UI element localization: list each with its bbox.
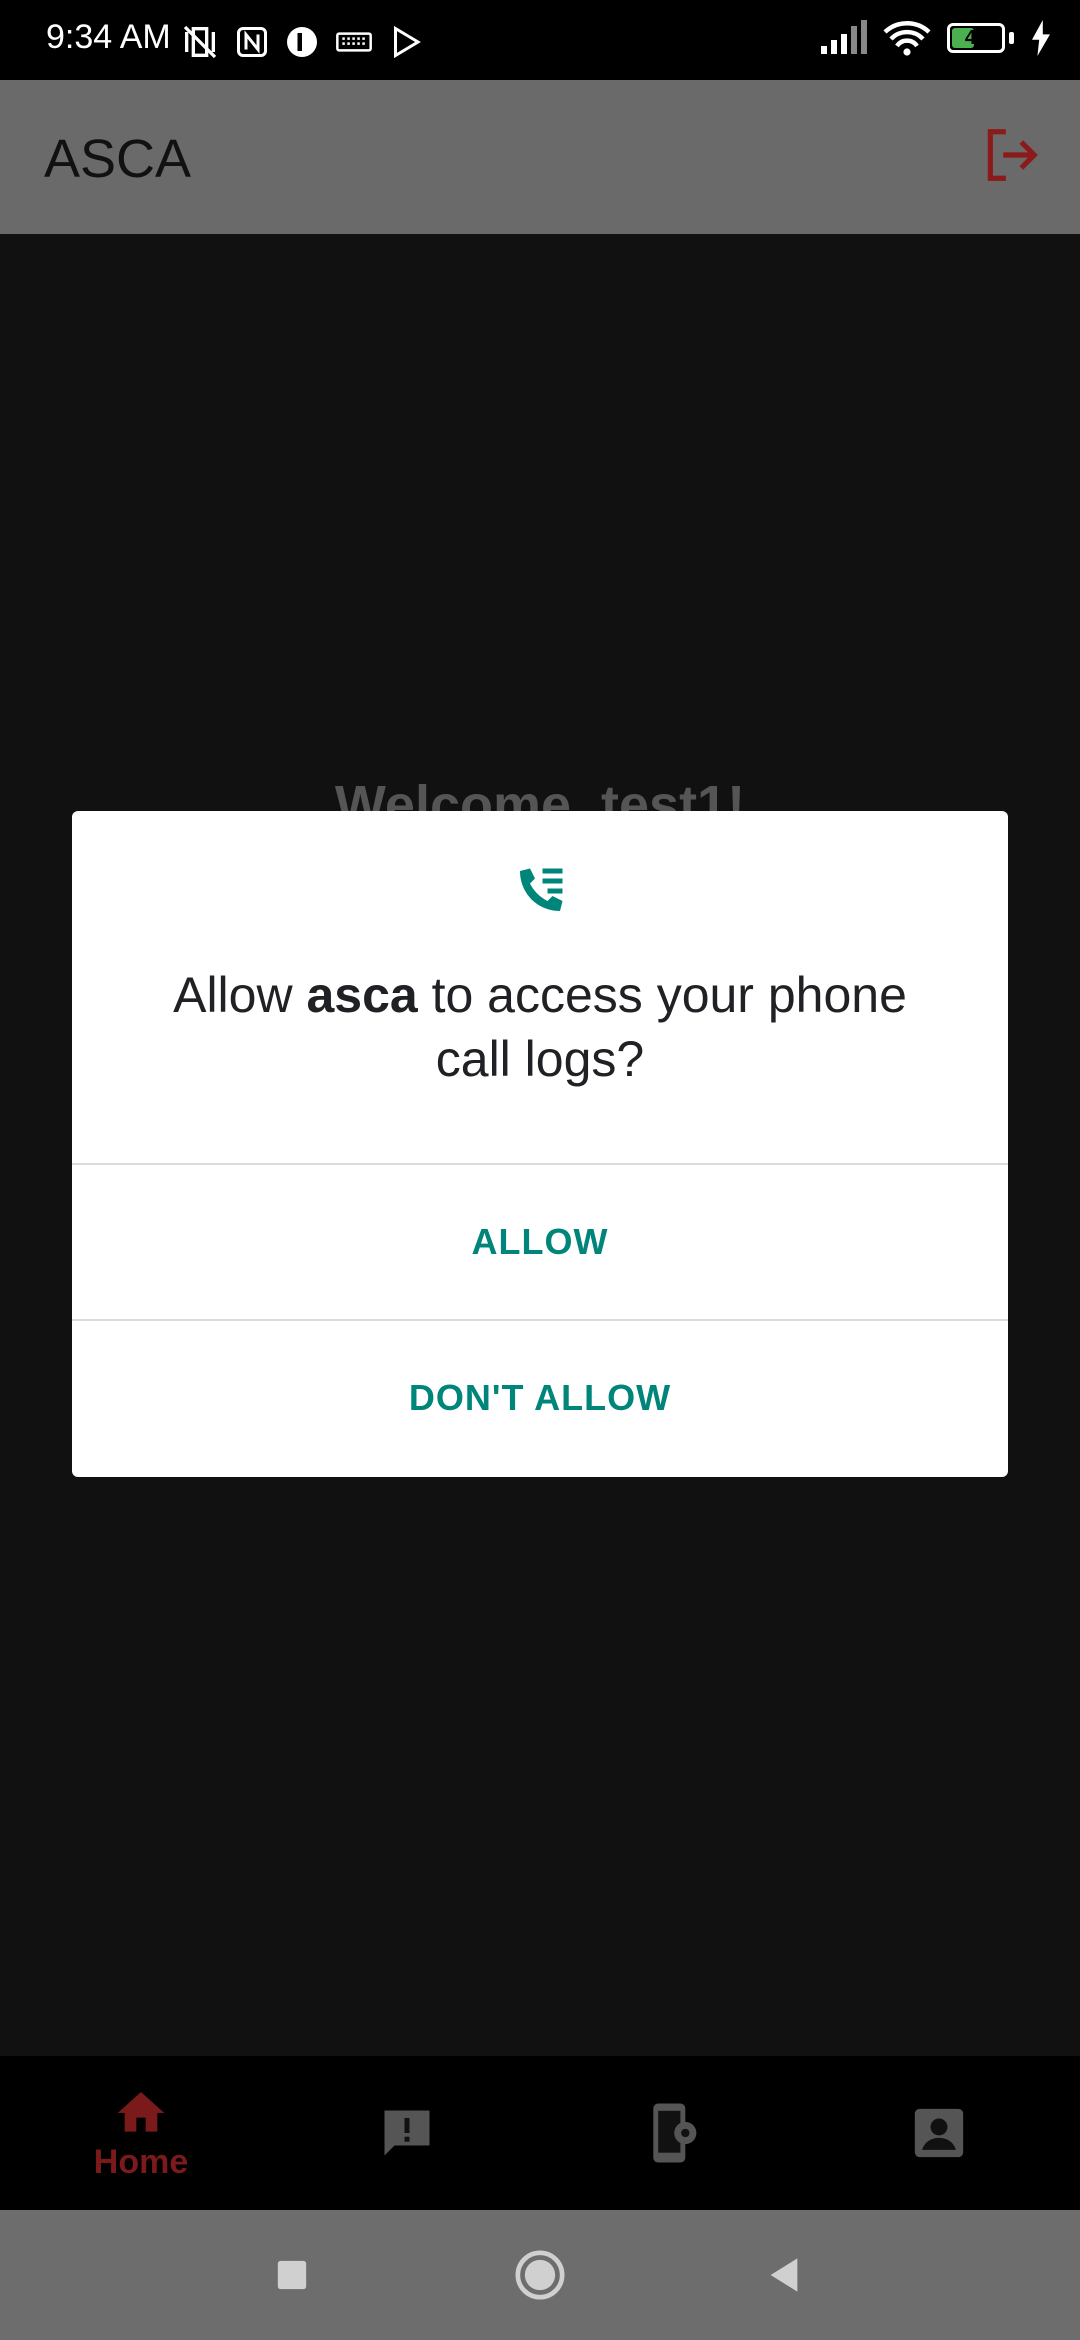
wifi-icon: [883, 21, 931, 56]
dialog-message: Allow asca to access your phone call log…: [132, 963, 948, 1091]
nav-item-device-settings[interactable]: [538, 2056, 808, 2210]
device-settings-icon: [653, 2103, 697, 2163]
battery-tip: [1009, 32, 1014, 44]
battery-level: 43: [964, 27, 988, 49]
home-icon: [117, 2091, 165, 2132]
keyboard-icon: [336, 32, 372, 52]
status-icons-left: [180, 22, 424, 62]
recents-icon: [277, 2260, 307, 2290]
status-time: 9:34 AM: [46, 18, 171, 56]
allow-button[interactable]: ALLOW: [72, 1165, 1008, 1319]
charging-icon: [1032, 20, 1050, 56]
status-icons-right: 43: [819, 20, 1052, 56]
back-icon: [770, 2258, 798, 2292]
app-bar: ASCA: [0, 80, 1080, 234]
system-navigation-bar: [0, 2210, 1080, 2340]
alert-icon: [384, 2110, 430, 2156]
call-log-icon: [520, 868, 563, 911]
dialog-message-suffix: to access your phone call logs?: [417, 967, 907, 1087]
home-system-button[interactable]: [480, 2210, 600, 2340]
dialog-message-prefix: Allow: [173, 967, 307, 1023]
status-bar: 9:34 AM 43: [0, 0, 1080, 80]
dont-allow-button[interactable]: DON'T ALLOW: [72, 1321, 1008, 1475]
logout-icon[interactable]: [980, 124, 1042, 186]
dialog-app-name: asca: [306, 967, 418, 1023]
permission-dialog: Allow asca to access your phone call log…: [72, 811, 1008, 1477]
account-icon: [914, 2108, 964, 2158]
bottom-navigation: Home: [0, 2056, 1080, 2210]
nav-item-home[interactable]: Home: [6, 2056, 276, 2210]
back-system-button[interactable]: [724, 2210, 844, 2340]
signal-icon: [821, 20, 867, 54]
nav-label-home: Home: [93, 2142, 189, 2181]
nav-item-alerts[interactable]: [272, 2056, 542, 2210]
play-icon: [394, 25, 421, 59]
app-title: ASCA: [44, 129, 192, 189]
vibrate-icon: [183, 25, 217, 59]
nfc-icon: [237, 27, 267, 57]
home-circle-icon: [515, 2250, 565, 2300]
app-icon: [287, 27, 317, 57]
nav-item-account[interactable]: [804, 2056, 1074, 2210]
battery-icon: 43: [947, 23, 1005, 53]
recents-button[interactable]: [232, 2210, 352, 2340]
